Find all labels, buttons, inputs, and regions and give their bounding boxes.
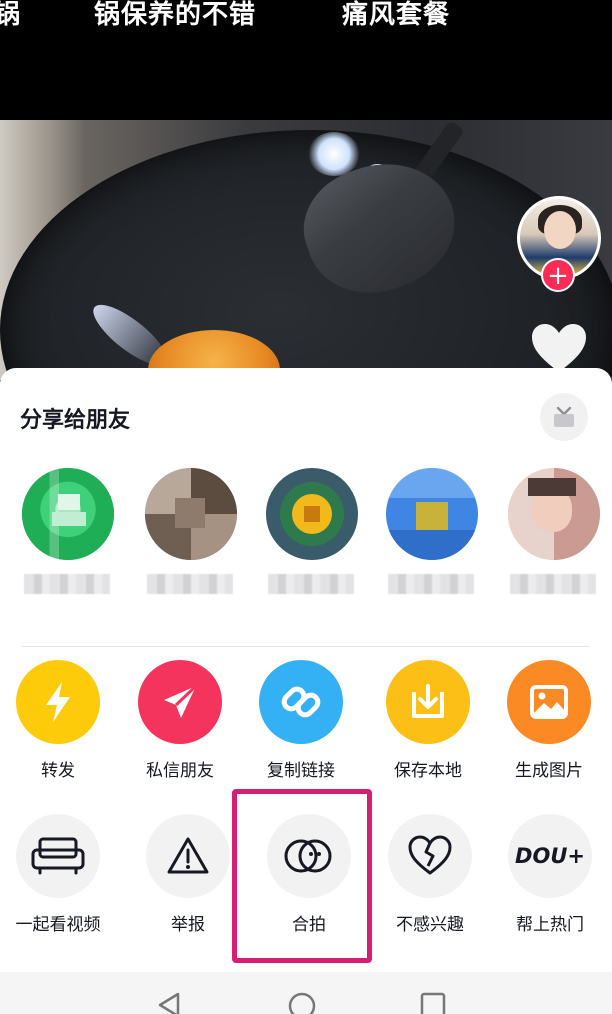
not-interested-label: 不感兴趣 bbox=[396, 915, 464, 935]
friend-name bbox=[510, 574, 596, 594]
watch-together-label: 一起看视频 bbox=[15, 915, 101, 935]
divider bbox=[22, 646, 590, 647]
sofa-icon bbox=[16, 814, 100, 898]
friend-name bbox=[147, 574, 233, 594]
caption-middle: 锅保养的不错 bbox=[94, 0, 257, 30]
warning-icon bbox=[146, 814, 230, 898]
friend-name bbox=[268, 574, 354, 594]
recents-nav-icon[interactable] bbox=[420, 992, 446, 1014]
system-navigation-bar bbox=[0, 972, 612, 1014]
download-icon bbox=[386, 660, 470, 744]
lightning-icon bbox=[16, 660, 100, 744]
friend-avatar bbox=[145, 468, 237, 560]
friend-name bbox=[388, 574, 474, 594]
collapse-icon bbox=[554, 406, 574, 427]
copy-link-label: 复制链接 bbox=[267, 761, 335, 781]
friend-avatar bbox=[508, 468, 600, 560]
dou-plus-icon: DOU+ bbox=[508, 814, 592, 898]
share-actions-row: 转发 私信朋友 复制链接 保存本地 生成图片 bbox=[0, 660, 612, 800]
dou-plus-label: 帮上热门 bbox=[516, 915, 584, 935]
highlight-box bbox=[232, 789, 372, 963]
caption-right: 痛风套餐 bbox=[342, 0, 451, 30]
caption-left: 锅 bbox=[0, 0, 22, 30]
friend-avatar bbox=[266, 468, 358, 560]
friend-name bbox=[24, 574, 110, 594]
collapse-button[interactable] bbox=[540, 393, 588, 441]
private-message-label: 私信朋友 bbox=[146, 761, 214, 781]
back-nav-icon[interactable] bbox=[156, 992, 182, 1014]
friend-avatar bbox=[22, 468, 114, 560]
home-nav-icon[interactable] bbox=[288, 992, 316, 1014]
friend-avatar bbox=[386, 468, 478, 560]
friends-list bbox=[0, 468, 612, 618]
save-local-label: 保存本地 bbox=[394, 761, 462, 781]
generate-image-label: 生成图片 bbox=[515, 761, 583, 781]
link-icon bbox=[259, 660, 343, 744]
report-label: 举报 bbox=[171, 915, 205, 935]
light-reflection bbox=[308, 132, 360, 176]
like-heart-icon[interactable] bbox=[530, 322, 588, 374]
paper-plane-icon bbox=[138, 660, 222, 744]
broken-heart-icon bbox=[388, 814, 472, 898]
video-caption-bar: 锅 锅保养的不错 痛风套餐 bbox=[0, 0, 612, 120]
follow-button[interactable]: + bbox=[541, 258, 575, 292]
share-sheet-title: 分享给朋友 bbox=[20, 408, 131, 433]
forward-label: 转发 bbox=[41, 761, 75, 781]
image-icon bbox=[507, 660, 591, 744]
